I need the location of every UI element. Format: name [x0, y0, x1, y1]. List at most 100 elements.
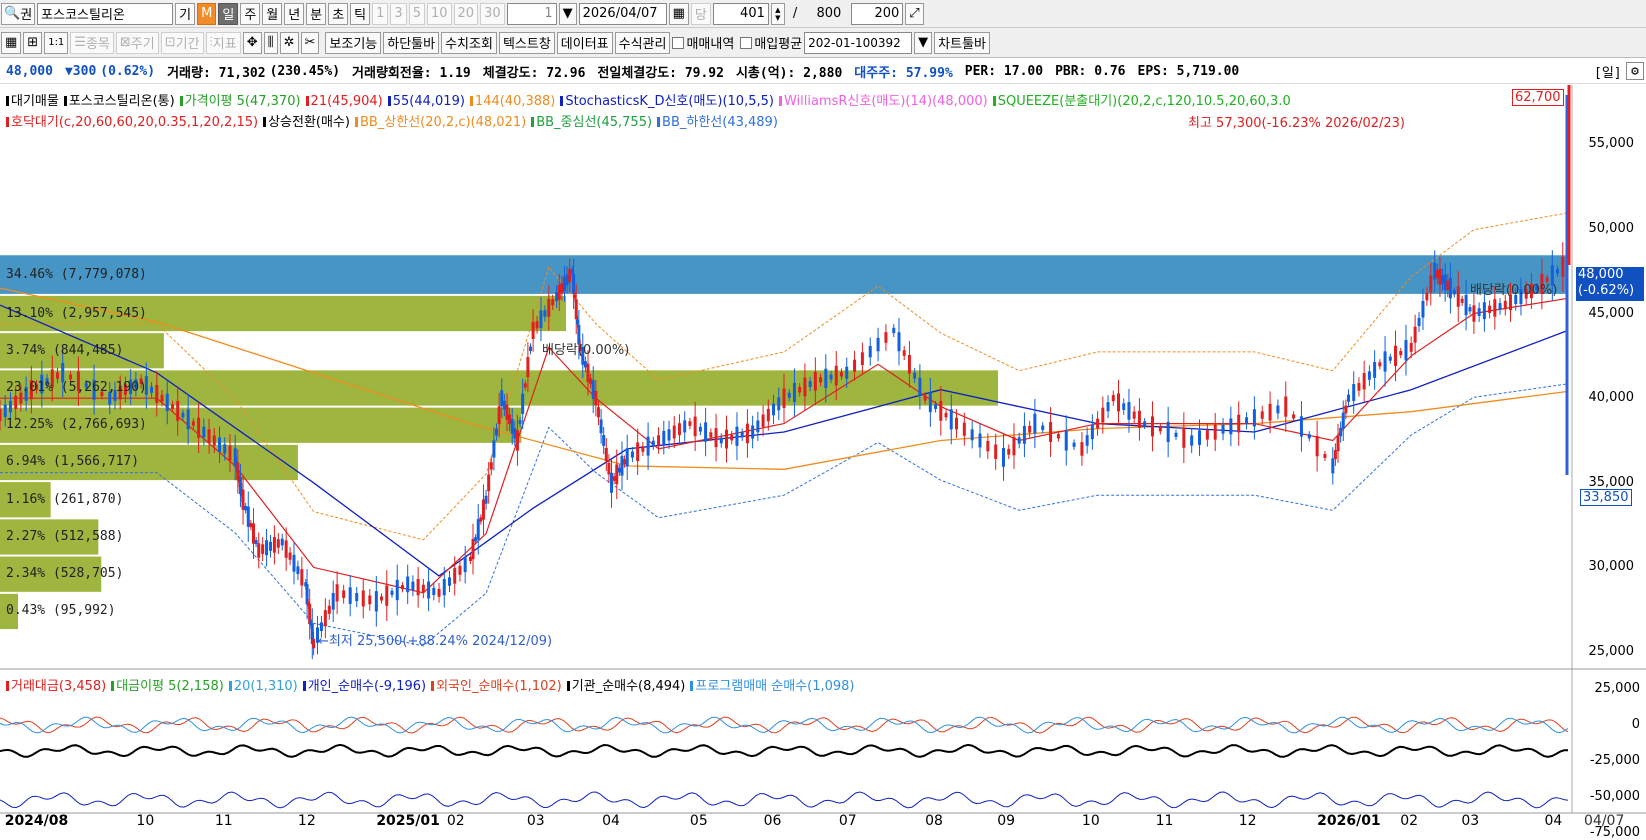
- period-month-button[interactable]: 월: [262, 2, 283, 25]
- interval-count-input[interactable]: 1: [506, 2, 557, 25]
- candle-body: [1017, 437, 1021, 444]
- legend-item[interactable]: 개인_순매수(-9,196): [303, 679, 426, 694]
- interval-30-button[interactable]: 30: [480, 2, 505, 25]
- candle-body: [489, 462, 493, 470]
- table-layout-button[interactable]: ⊞: [23, 31, 43, 54]
- candle-body: [551, 299, 555, 306]
- legend-item[interactable]: BB_하한선(43,489): [657, 115, 778, 130]
- candle-body: [284, 540, 288, 558]
- candle-body: [323, 610, 327, 627]
- legend-item[interactable]: BB_상한선(20,2,c)(48,021): [355, 115, 526, 130]
- legend-item[interactable]: 21(45,904): [306, 94, 383, 109]
- candle-body: [468, 556, 472, 562]
- aux-function-button[interactable]: 보조기능: [325, 31, 382, 54]
- interval-3-button[interactable]: 3: [390, 2, 407, 25]
- ratio-icon: 1:1: [48, 37, 65, 48]
- grid-layout-button[interactable]: ▦: [1, 31, 22, 54]
- candle-body: [1425, 292, 1429, 301]
- candle-body: [617, 467, 621, 473]
- period-tick-button[interactable]: 틱: [350, 2, 371, 25]
- legend-item[interactable]: 144(40,388): [470, 94, 555, 109]
- current-button[interactable]: 당: [690, 2, 711, 25]
- zoom-input[interactable]: 200: [851, 2, 904, 25]
- account-select[interactable]: 202-01-100392: [804, 31, 913, 54]
- legend-item[interactable]: 가격이평 5(47,370): [180, 94, 301, 109]
- calendar-button[interactable]: ▦: [668, 2, 689, 25]
- time-tick: 10: [1081, 813, 1100, 829]
- view-count-input[interactable]: 401: [712, 2, 769, 25]
- legend-item[interactable]: 외국인_순매수(1,102): [431, 679, 562, 694]
- range-disabled-button[interactable]: ⊡ 기간: [160, 31, 204, 54]
- interval-10-button[interactable]: 10: [426, 2, 452, 25]
- candle-type-button[interactable]: ⫼: [263, 31, 278, 54]
- stock-disabled-button[interactable]: ☰ 종목: [70, 31, 114, 54]
- candle-body: [657, 435, 661, 446]
- one-to-one-button[interactable]: 1:1: [44, 31, 69, 54]
- period-year-button[interactable]: 년: [284, 2, 305, 25]
- table-icon: ⊞: [27, 35, 39, 50]
- candle-body: [907, 355, 911, 374]
- indicator-disabled-button[interactable]: ⫶ 지표: [205, 31, 241, 54]
- legend-item[interactable]: WilliamsR신호(매도)(14)(48,000): [779, 94, 988, 109]
- trade-history-checkbox[interactable]: 매매내역: [672, 33, 734, 52]
- legend-item[interactable]: 대금이평 5(2,158): [111, 679, 224, 694]
- legend-item[interactable]: 55(44,019): [388, 94, 465, 109]
- bottom-toolbar-button[interactable]: 하단툴바: [383, 31, 440, 54]
- candle-body: [620, 456, 624, 476]
- interval-5-button[interactable]: 5: [408, 2, 425, 25]
- candle-body: [3, 404, 7, 418]
- stock-name-input[interactable]: 포스코스틸리온: [37, 2, 174, 25]
- legend-item[interactable]: 상승전환(매수): [263, 115, 350, 130]
- chart-toolbar-button[interactable]: 차트툴바: [934, 31, 990, 54]
- period-second-button[interactable]: 초: [328, 2, 349, 25]
- price-chart[interactable]: [0, 85, 1646, 837]
- period-minute-button[interactable]: 분: [306, 2, 327, 25]
- crosshair-button[interactable]: ✥: [242, 31, 262, 54]
- legend-item[interactable]: 호닥대기(c,20,60,60,20,0.35,1,20,2,15): [6, 115, 258, 130]
- settings-icon[interactable]: ⚙: [1626, 62, 1644, 80]
- time-tick: 09: [997, 813, 1016, 829]
- text-window-button[interactable]: 텍스트창: [498, 31, 555, 54]
- settings-button[interactable]: ✲: [279, 31, 299, 54]
- interval-20-button[interactable]: 20: [453, 2, 479, 25]
- tools-button[interactable]: ✂: [300, 31, 320, 54]
- legend-item[interactable]: 포스코스틸리온(통): [64, 94, 175, 109]
- candle-body: [954, 417, 958, 430]
- data-table-button[interactable]: 데이터표: [556, 31, 613, 54]
- candle-body: [265, 540, 269, 556]
- m-button[interactable]: M: [197, 2, 217, 25]
- avg-buy-checkbox[interactable]: 매입평균: [740, 33, 802, 52]
- formula-manage-button[interactable]: 수식관리: [614, 31, 671, 54]
- legend-item[interactable]: 거래대금(3,458): [6, 679, 106, 694]
- zoom-apply-button[interactable]: ⤢: [905, 2, 924, 25]
- legend-item[interactable]: 20(1,310): [229, 679, 298, 694]
- account-dropdown[interactable]: ▼: [914, 31, 933, 54]
- date-input[interactable]: 2026/04/07: [578, 2, 667, 25]
- stock-search-button[interactable]: 🔍 권: [1, 2, 36, 25]
- time-tick: 06: [763, 813, 782, 829]
- legend-item[interactable]: 프로그램매매 순매수(1,098): [690, 679, 854, 694]
- legend-item[interactable]: StochasticsK_D신호(매도)(10,5,5): [560, 94, 774, 109]
- legend-item[interactable]: 대기매물: [6, 94, 59, 109]
- interval-dropdown[interactable]: ▼: [558, 2, 577, 25]
- legend-item[interactable]: BB_중심선(45,755): [531, 115, 652, 130]
- candle-body: [1339, 427, 1343, 437]
- candle-body: [500, 390, 504, 407]
- period-week-button[interactable]: 주: [240, 2, 261, 25]
- price-tick: 40,000: [1588, 390, 1635, 406]
- time-tick: 03: [526, 813, 545, 829]
- period-day-button[interactable]: 일: [218, 2, 239, 25]
- candle-body: [186, 409, 190, 430]
- candle-body: [223, 444, 227, 454]
- legend-item[interactable]: SQUEEZE(분출대기)(20,2,c,120,10.5,20,60,3.0: [993, 94, 1291, 109]
- view-count-spinner[interactable]: ▲ ▼: [770, 2, 785, 25]
- dividend-annotation-1: 배당락(0.00%): [542, 343, 630, 358]
- candle-body: [69, 374, 73, 380]
- period-disabled-button[interactable]: ⊠ 주기: [115, 31, 159, 54]
- candle-body: [1122, 403, 1126, 410]
- interval-1-button[interactable]: 1: [372, 2, 389, 25]
- legend-item[interactable]: 기관_순매수(8,494): [567, 679, 686, 694]
- gi-button[interactable]: 기: [175, 2, 196, 25]
- value-lookup-button[interactable]: 수치조회: [441, 31, 497, 54]
- candle-body: [1367, 371, 1371, 380]
